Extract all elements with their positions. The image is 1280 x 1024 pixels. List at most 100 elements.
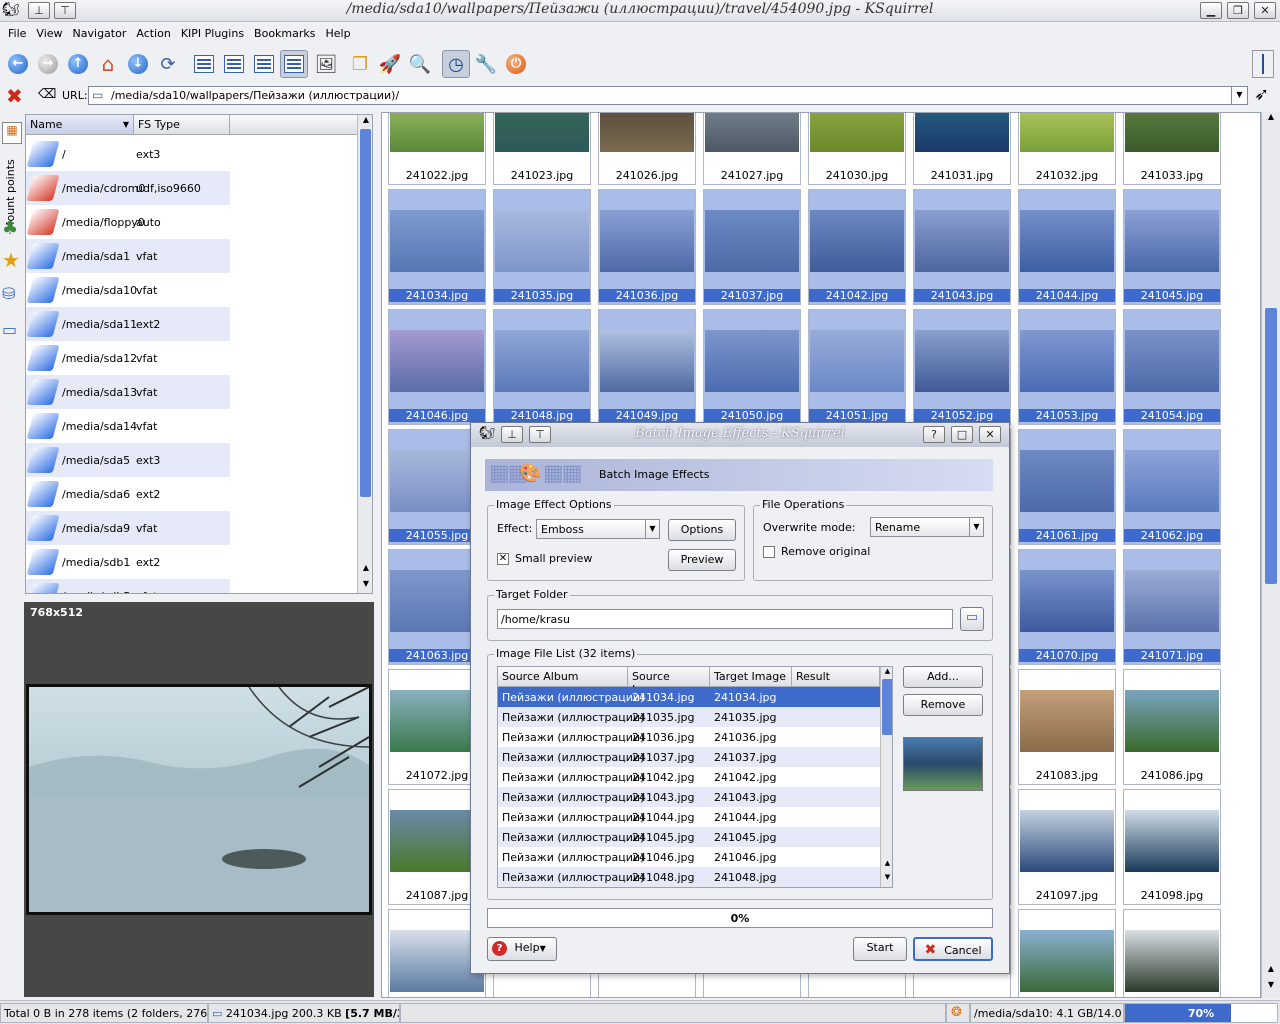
preview-image[interactable] (26, 684, 372, 915)
target-folder-input[interactable]: /home/krasu (497, 609, 953, 629)
file-list-row[interactable]: Пейзажи (иллюстрации) 241045.jpg 241045.jp… (498, 827, 880, 847)
thumbnail[interactable]: 241030.jpg (808, 113, 906, 185)
thumbnail[interactable]: 241062.jpg (1123, 429, 1221, 545)
menu-view[interactable]: View (32, 24, 68, 44)
mount-row[interactable]: /media/sda5 ext3 (26, 443, 230, 477)
maximize-button[interactable]: ❐ (1227, 2, 1249, 19)
thumbnail[interactable]: 241022.jpg (388, 113, 486, 185)
file-list-row[interactable]: Пейзажи (иллюстрации) 241036.jpg 241036.jp… (498, 727, 880, 747)
mount-row[interactable]: /media/sda9 vfat (26, 511, 230, 545)
cancel-button[interactable]: ✖ Cancel (913, 937, 993, 961)
thumbnail-grid-scrollbar[interactable]: ▲ ▲ ▼ (1261, 112, 1280, 998)
col-result[interactable]: Result (792, 667, 880, 687)
thumbnail[interactable]: 241035.jpg (493, 189, 591, 305)
thumbnail[interactable]: 241051.jpg (808, 309, 906, 425)
file-list-row[interactable]: Пейзажи (иллюстрации) 241042.jpg 241042.jp… (498, 767, 880, 787)
scroll-up-icon[interactable]: ▲ (359, 115, 372, 129)
thumbnail[interactable]: 377042.jpg (1018, 909, 1116, 997)
slideshow-icon[interactable]: ◷ (442, 50, 470, 78)
thumbnail[interactable]: 241037.jpg (703, 189, 801, 305)
url-dropdown-icon[interactable]: ▼ (1231, 87, 1247, 104)
mount-row[interactable]: /media/floppy0 auto (26, 205, 230, 239)
reload-icon[interactable]: ⟳ (154, 50, 182, 78)
thumbnail[interactable]: 241033.jpg (1123, 113, 1221, 185)
home-icon[interactable]: ⌂ (94, 50, 122, 78)
go-icon[interactable]: ➶ (1254, 84, 1269, 105)
filesystem-tab-icon[interactable]: ▦ (2, 122, 22, 144)
configure-icon[interactable]: 🔧 (472, 50, 500, 78)
thumbnail[interactable]: 241050.jpg (703, 309, 801, 425)
remove-original-checkbox[interactable] (763, 546, 775, 558)
menu-navigator[interactable]: Navigator (69, 24, 133, 44)
scroll-down-icon[interactable]: ▼ (359, 579, 372, 593)
mount-row[interactable]: /media/sda6 ext2 (26, 477, 230, 511)
mount-row[interactable]: /media/sda13 vfat (26, 375, 230, 409)
file-list-row[interactable]: Пейзажи (иллюстрации) 241035.jpg 241035.jp… (498, 707, 880, 727)
mount-row[interactable]: /media/sda10 vfat (26, 273, 230, 307)
thumbnail[interactable]: 241034.jpg (388, 189, 486, 305)
effect-select[interactable]: Emboss ▼ (536, 519, 660, 539)
busy-icon[interactable]: ❂ (946, 1003, 970, 1023)
quit-icon[interactable]: ⏻ (502, 50, 530, 78)
thumbnail[interactable]: 241046.jpg (388, 309, 486, 425)
scroll-up-icon[interactable]: ▲ (881, 667, 892, 679)
grid-scroll-thumb[interactable] (1265, 308, 1277, 584)
thumbnail[interactable]: 241086.jpg (1123, 669, 1221, 785)
thumbnail[interactable]: 241048.jpg (493, 309, 591, 425)
menu-kipi-plugins[interactable]: KIPI Plugins (177, 24, 250, 44)
start-button[interactable]: Start (853, 937, 907, 961)
column-header-name[interactable]: Name ▼ (26, 115, 134, 135)
col-target-image[interactable]: Target Image (710, 667, 792, 687)
thumbnail[interactable]: 241045.jpg (1123, 189, 1221, 305)
grid-scroll-up-icon[interactable]: ▲ (1263, 112, 1279, 128)
mount-row[interactable]: /media/sda11 ext2 (26, 307, 230, 341)
image-viewer-icon[interactable]: 🖼 (312, 50, 340, 78)
dialog-titlebar[interactable]: 🐿 ⊥ ⊤ Batch Image Effects - KSquirrel ? … (471, 423, 1009, 447)
thumbnail[interactable]: 241070.jpg (1018, 549, 1116, 665)
scroll-thumb[interactable] (882, 679, 892, 735)
mount-row[interactable]: /media/sda1 vfat (26, 239, 230, 273)
thumbnail[interactable]: 241083.jpg (1018, 669, 1116, 785)
thumbnail[interactable]: 377076.jpg (1123, 909, 1221, 997)
dialog-help-button[interactable]: ? (923, 426, 945, 443)
menu-action[interactable]: Action (132, 24, 176, 44)
options-button[interactable]: Options (668, 519, 736, 541)
overwrite-mode-select[interactable]: Rename ▼ (870, 517, 984, 537)
copy-icon[interactable]: ❐ (346, 50, 374, 78)
detail-view-icon[interactable] (250, 50, 278, 78)
down-icon[interactable]: ↓ (124, 50, 152, 78)
up-icon[interactable]: ↑ (64, 50, 92, 78)
file-list-row[interactable]: Пейзажи (иллюстрации) 241046.jpg 241046.jp… (498, 847, 880, 867)
close-button[interactable]: ✕ (1254, 2, 1276, 19)
small-icons-view-icon[interactable] (190, 50, 218, 78)
folder-tab-icon[interactable]: ▭ (2, 320, 17, 339)
scroll-down-icon[interactable]: ▼ (881, 873, 892, 885)
window-titlebar[interactable]: 🐿 ⊥ ⊤ /media/sda10/wallpapers/Пейзажи (и… (0, 0, 1280, 22)
col-source-image[interactable]: Source Image (628, 667, 710, 696)
mount-row[interactable]: /media/sdb1 ext2 (26, 545, 230, 579)
scroll-up-icon[interactable]: ▲ (881, 859, 892, 871)
preview-button[interactable]: Preview (668, 549, 736, 571)
thumbnail-view-icon[interactable] (280, 50, 308, 78)
bookmarks-tab-icon[interactable]: ★ (2, 248, 20, 272)
thumbnail[interactable]: 241052.jpg (913, 309, 1011, 425)
thumbnail[interactable]: 241027.jpg (703, 113, 801, 185)
rocket-icon[interactable]: 🚀 (376, 50, 404, 78)
url-input[interactable]: ▭ /media/sda10/wallpapers/Пейзажи (иллюс… (88, 86, 1248, 105)
shapes-tab-icon[interactable]: ♣ (2, 218, 18, 239)
help-button[interactable]: ? Help▼ (487, 937, 557, 961)
file-list-scrollbar[interactable]: ▲ ▲ ▼ (880, 667, 892, 887)
mount-row[interactable]: /media/sda14 vfat (26, 409, 230, 443)
menu-help[interactable]: Help (322, 24, 357, 44)
stop-icon[interactable]: ✖ (6, 84, 23, 108)
small-preview-checkbox[interactable]: ✕ (497, 553, 509, 565)
thumbnail[interactable]: 241071.jpg (1123, 549, 1221, 665)
mount-list-scrollbar[interactable]: ▲ ▲ ▼ (357, 115, 372, 593)
file-list-row[interactable]: Пейзажи (иллюстрации) 241034.jpg 241034.jp… (498, 687, 880, 707)
mount-row[interactable]: / ext3 (26, 137, 230, 171)
column-header-fstype[interactable]: FS Type (134, 115, 230, 135)
magnifier-icon[interactable]: 🔍 (406, 50, 434, 78)
toolbar-handle-icon[interactable] (1252, 50, 1274, 78)
list-view-icon[interactable] (220, 50, 248, 78)
thumbnail[interactable]: 241023.jpg (493, 113, 591, 185)
